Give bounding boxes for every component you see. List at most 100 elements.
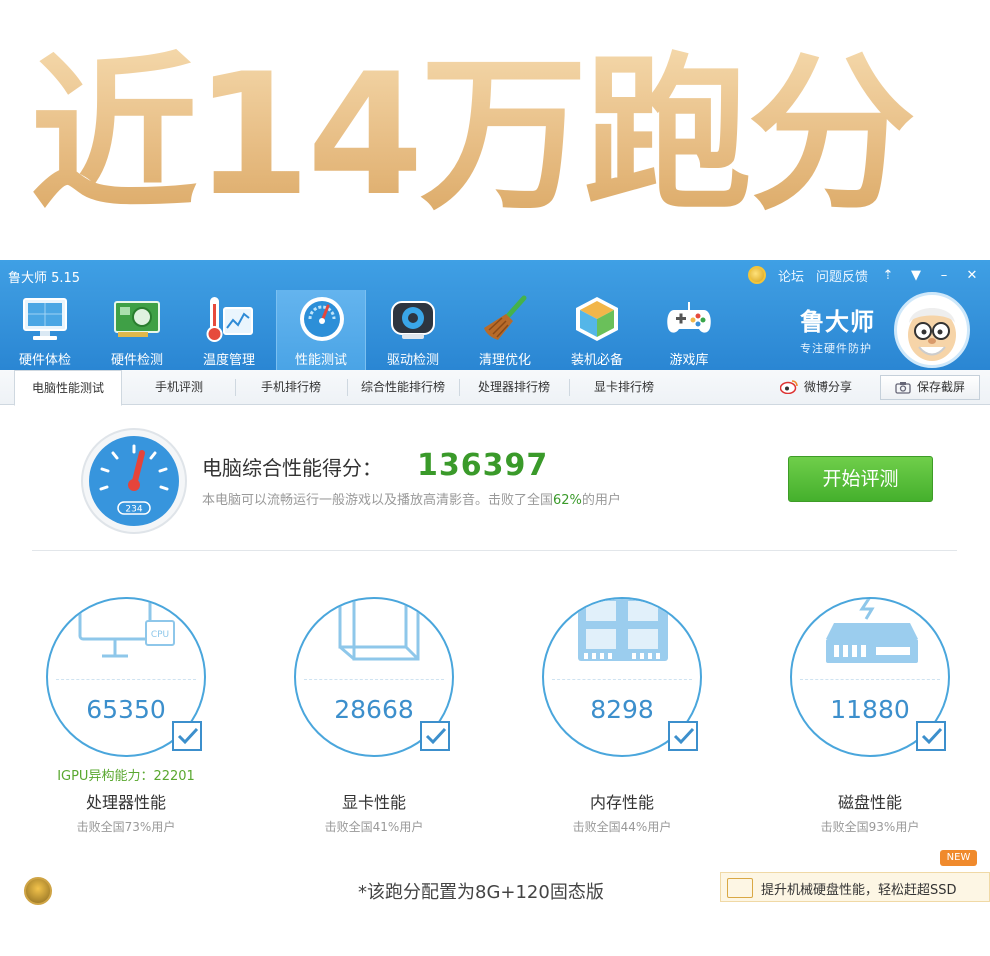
feedback-link[interactable]: 问题反馈 — [816, 266, 868, 285]
hard-disk-icon — [727, 878, 753, 898]
menu-icon[interactable]: ▼ — [908, 268, 924, 283]
box-icon — [576, 297, 618, 341]
close-icon[interactable]: ✕ — [964, 268, 980, 283]
memory-chip-icon — [578, 599, 668, 661]
gpu-checkbox[interactable] — [420, 721, 450, 751]
save-screenshot-label: 保存截屏 — [916, 380, 965, 394]
footer-logo-icon[interactable] — [24, 877, 52, 905]
medal-icon[interactable] — [747, 266, 766, 284]
new-badge: NEW — [940, 850, 977, 866]
tool-driver-detect[interactable]: 驱动检测 — [368, 290, 458, 370]
ssd-promo-link[interactable]: 提升机械硬盘性能，轻松赶超SSD — [720, 872, 990, 902]
ring-divider — [800, 679, 940, 680]
tab-overall-ranking[interactable]: 综合性能排行榜 — [348, 370, 458, 405]
check-icon — [673, 727, 695, 745]
gpu-performance-card: 28668 显卡性能 击败全国41%用户 — [292, 597, 472, 847]
ring-divider — [304, 679, 444, 680]
skin-icon[interactable]: ⇡ — [880, 268, 896, 283]
cpu-defeat: 击败全国73%用户 — [76, 820, 176, 834]
overall-score-value: 136397 — [417, 448, 549, 483]
tool-label: 硬件体检 — [18, 353, 71, 368]
svg-text:CPU: CPU — [151, 630, 169, 640]
overall-score-label: 电脑综合性能得分： — [202, 456, 382, 480]
weibo-icon — [780, 380, 798, 394]
tool-label: 驱动检测 — [386, 353, 439, 368]
mascot-face-icon — [908, 308, 956, 361]
disk-drive-icon — [826, 599, 918, 663]
save-screenshot-button[interactable]: 保存截屏 — [880, 375, 980, 400]
sub-tab-bar: 电脑性能测试 手机评测 手机排行榜 综合性能排行榜 处理器排行榜 显卡排行榜 微… — [0, 370, 990, 406]
monitor-check-icon — [23, 298, 67, 340]
tab-gpu-ranking[interactable]: 显卡排行榜 — [570, 370, 678, 405]
ring-divider — [56, 679, 196, 680]
window-titlebar: 鲁大师 5.15 论坛 问题反馈 ⇡ ▼ – ✕ — [0, 260, 990, 290]
start-benchmark-button[interactable]: 开始评测 — [788, 456, 933, 502]
memory-name: 内存性能 — [589, 793, 654, 812]
promo-banner: 近14万跑分 — [0, 0, 990, 258]
app-title: 鲁大师 5.15 — [8, 271, 81, 286]
tool-game-library[interactable]: 游戏库 — [644, 290, 734, 370]
tool-hardware-detect[interactable]: 硬件检测 — [92, 290, 182, 370]
cpu-name: 处理器性能 — [85, 793, 166, 812]
disk-defeat: 击败全国93%用户 — [820, 820, 920, 834]
disk-score: 11880 — [830, 695, 910, 724]
camera-icon — [895, 382, 911, 394]
disk-performance-card: 11880 磁盘性能 击败全国93%用户 — [788, 597, 968, 847]
tool-label: 硬件检测 — [110, 353, 163, 368]
cpu-performance-card: CPU 65350 IGPU异构能力：22201 处理器性能 击败全国73%用户 — [44, 597, 224, 847]
thermometer-icon — [206, 297, 253, 342]
check-icon — [425, 727, 447, 745]
tool-label: 性能测试 — [294, 353, 347, 368]
promo-headline: 近14万跑分 — [30, 30, 970, 240]
memory-score: 8298 — [590, 695, 654, 724]
ring-divider — [552, 679, 692, 680]
tool-clean-optimize[interactable]: 清理优化 — [460, 290, 550, 370]
memory-defeat: 击败全国44%用户 — [572, 820, 672, 834]
minimize-icon[interactable]: – — [936, 268, 952, 283]
tool-install-essentials[interactable]: 装机必备 — [552, 290, 642, 370]
config-footnote: *该跑分配置为8G+120固态版 — [358, 882, 604, 903]
mascot-avatar — [894, 292, 970, 368]
forum-link[interactable]: 论坛 — [778, 266, 804, 285]
tab-phone-ranking[interactable]: 手机排行榜 — [236, 370, 346, 405]
cpu-monitor-icon: CPU — [78, 599, 175, 658]
memory-checkbox[interactable] — [668, 721, 698, 751]
score-desc-suffix: 的用户 — [581, 493, 621, 508]
tool-label: 装机必备 — [570, 353, 623, 368]
gpu-name: 显卡性能 — [341, 793, 406, 812]
cpu-score: 65350 — [86, 695, 166, 724]
tab-phone-review[interactable]: 手机评测 — [124, 370, 234, 405]
gpu-score: 28668 — [334, 695, 414, 724]
weibo-share-button[interactable]: 微博分享 — [780, 378, 852, 395]
memory-performance-card: 8298 内存性能 击败全国44%用户 — [540, 597, 720, 847]
tab-pc-benchmark[interactable]: 电脑性能测试 — [14, 370, 122, 406]
disk-name: 磁盘性能 — [837, 793, 902, 812]
tool-temperature[interactable]: 温度管理 — [184, 290, 274, 370]
score-desc-prefix: 本电脑可以流畅运行一般游戏以及播放高清影音。击败了全国 — [202, 493, 554, 508]
tool-hardware-checkup[interactable]: 硬件体检 — [0, 290, 90, 370]
score-desc-percent: 62% — [553, 493, 582, 508]
section-divider — [32, 550, 957, 551]
titlebar-actions: 论坛 问题反馈 ⇡ ▼ – ✕ — [747, 264, 980, 286]
tool-label: 温度管理 — [202, 353, 255, 368]
tab-cpu-ranking[interactable]: 处理器排行榜 — [460, 370, 568, 405]
overall-score-description: 本电脑可以流畅运行一般游戏以及播放高清影音。击败了全国62%的用户 — [202, 489, 621, 508]
gpu-defeat: 击败全国41%用户 — [324, 820, 424, 834]
driver-gear-icon — [391, 301, 435, 339]
gpu-cube-icon — [338, 599, 420, 661]
check-icon — [921, 727, 943, 745]
broom-icon — [484, 295, 527, 340]
gauge-readout: 234 — [125, 505, 142, 515]
cpu-checkbox[interactable] — [172, 721, 202, 751]
weibo-share-label: 微博分享 — [804, 380, 853, 394]
disk-checkbox[interactable] — [916, 721, 946, 751]
brand-slogan: 专注硬件防护 — [800, 342, 872, 355]
igpu-score: IGPU异构能力：22201 — [57, 769, 195, 784]
performance-gauge-icon: 234 — [81, 428, 187, 534]
tool-label: 清理优化 — [478, 353, 531, 368]
tool-performance-test[interactable]: 性能测试 — [276, 290, 366, 370]
gamepad-icon — [667, 302, 711, 333]
check-icon — [177, 727, 199, 745]
ssd-promo-text: 提升机械硬盘性能，轻松赶超SSD — [761, 883, 957, 898]
speedometer-icon — [300, 297, 344, 341]
